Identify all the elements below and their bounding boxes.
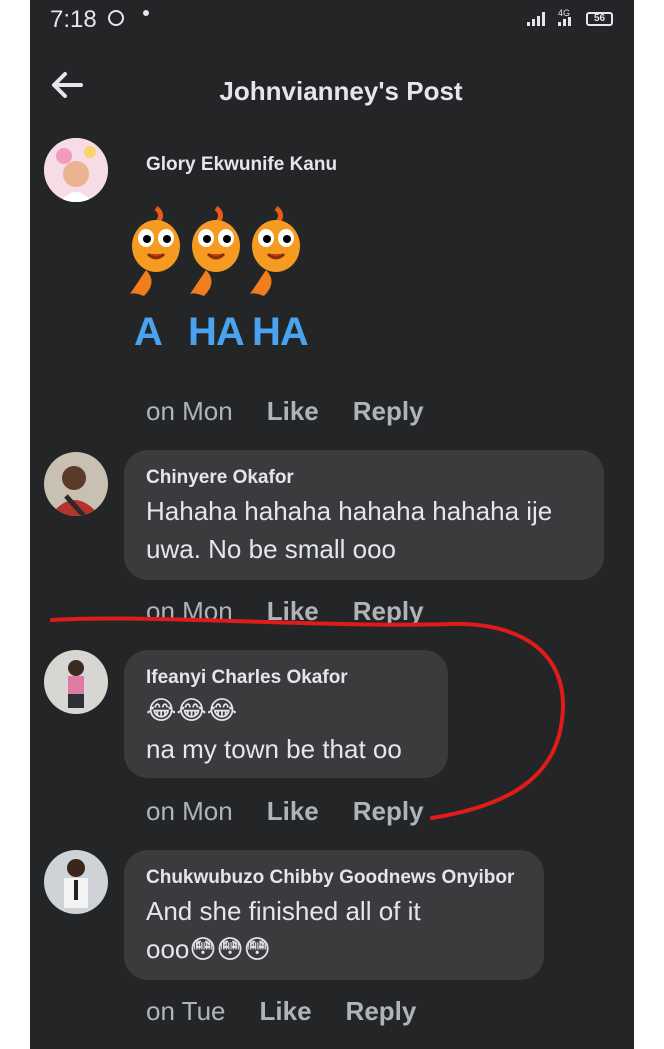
comment-author[interactable]: Chinyere Okafor [146, 467, 294, 489]
sticker-caption: HA [188, 310, 245, 354]
page-title: Johnvianney's Post [219, 76, 463, 106]
comment-author[interactable]: Glory Ekwunife Kanu [146, 154, 337, 176]
status-time: 7:18 [50, 6, 97, 33]
comment-text: na my town be that oo [146, 734, 402, 764]
avatar[interactable] [44, 138, 108, 202]
comment-text: ooo [146, 934, 190, 964]
comment-actions: on Tue Like Reply [146, 996, 416, 1027]
like-button[interactable]: Like [267, 396, 319, 427]
comment-author[interactable]: Ifeanyi Charles Okafor [146, 667, 348, 689]
comment-time: on Mon [146, 796, 233, 826]
comment-author[interactable]: Chukwubuzo Chibby Goodnews Onyibor [146, 867, 514, 889]
app-screen: 7:18 4G 56 Johnvianney's Post Glory Ekwu… [30, 0, 634, 1049]
reply-button[interactable]: Reply [353, 796, 424, 827]
shrimp-sticker-icon [250, 206, 300, 296]
header: Johnvianney's Post [30, 60, 634, 120]
comment-time: on Mon [146, 596, 233, 626]
flushed-emoji-icon: 😳😳😳 [189, 935, 271, 965]
comment-text: And she finished all of it [146, 896, 421, 926]
comment-text: Hahaha hahaha hahaha hahaha ije [146, 496, 553, 526]
comment-time: on Mon [146, 396, 233, 426]
shrimp-sticker-icon [130, 206, 180, 296]
comment-actions: on Mon Like Reply [146, 596, 424, 627]
reply-button[interactable]: Reply [353, 596, 424, 627]
like-button[interactable]: Like [260, 996, 312, 1027]
comment-time: on Tue [146, 996, 226, 1026]
sticker-caption: HA [252, 310, 309, 354]
signal-icon [527, 12, 545, 26]
avatar[interactable] [44, 650, 108, 714]
signal-icon-2 [558, 17, 571, 26]
comment-text: uwa. No be small ooo [146, 534, 397, 564]
reply-button[interactable]: Reply [346, 996, 417, 1027]
sticker-caption: A [134, 310, 163, 354]
status-bar: 7:18 4G 56 [30, 0, 634, 44]
avatar[interactable] [44, 452, 108, 516]
timer-icon [108, 10, 124, 26]
like-button[interactable]: Like [267, 596, 319, 627]
avatar[interactable] [44, 850, 108, 914]
laughing-emoji-icon: 😂😂😂 [146, 696, 238, 726]
like-button[interactable]: Like [267, 796, 319, 827]
reply-button[interactable]: Reply [353, 396, 424, 427]
battery-icon: 56 [586, 12, 613, 26]
comment-text-line: ooo😳😳😳 [146, 930, 271, 969]
comment-actions: on Mon Like Reply [146, 796, 424, 827]
shrimp-sticker-icon [190, 206, 240, 296]
comment-actions: on Mon Like Reply [146, 396, 424, 427]
notification-dot-icon [143, 10, 149, 16]
